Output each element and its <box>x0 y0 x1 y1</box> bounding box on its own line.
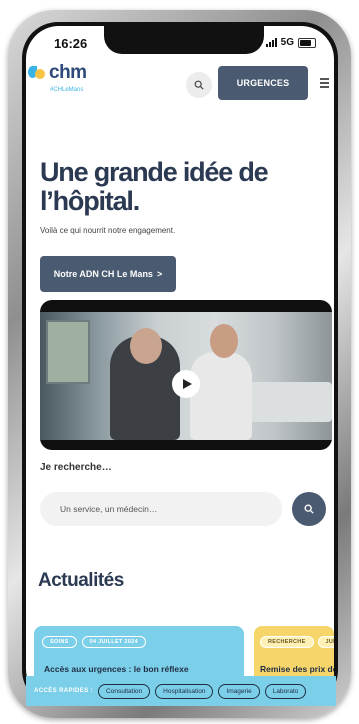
hero-title-line1: Une grande idée de <box>40 157 269 187</box>
urgences-button[interactable]: URGENCES <box>218 66 308 100</box>
status-indicators: 5G <box>265 37 316 48</box>
play-icon <box>183 379 192 389</box>
quick-access-label: ACCÈS RAPIDES : <box>34 688 94 694</box>
hero-title-line2: l’hôpital. <box>40 186 140 216</box>
adn-cta-button[interactable]: Notre ADN CH Le Mans > <box>40 256 176 292</box>
signal-icon <box>265 38 277 47</box>
hamburger-menu-icon[interactable] <box>320 78 329 90</box>
notch <box>104 26 264 54</box>
search-submit-button[interactable] <box>292 492 326 526</box>
search-icon <box>194 80 204 90</box>
status-time: 16:26 <box>54 36 88 51</box>
hero-subtitle: Voilà ce qui nourrit notre engagement. <box>40 226 176 235</box>
thumbnail-bed <box>245 382 332 422</box>
quick-access-hospitalisation[interactable]: Hospitalisation <box>155 683 214 699</box>
play-button[interactable] <box>172 370 200 398</box>
hero-title: Une grande idée de l’hôpital. <box>40 158 280 216</box>
chevron-right-icon: > <box>156 269 163 279</box>
news-card-category: SOINS <box>42 636 77 648</box>
search-input[interactable] <box>40 492 282 526</box>
thumbnail-window <box>46 320 90 384</box>
quick-access-consultation[interactable]: Consultation <box>98 683 151 699</box>
quick-access-laboratoire[interactable]: Laborato <box>264 683 307 699</box>
quick-access-imagerie[interactable]: Imagerie <box>218 683 260 699</box>
news-section-title: Actualités <box>38 570 124 591</box>
thumbnail-doctor-head <box>210 324 238 358</box>
thumbnail-patient-head <box>130 328 162 364</box>
logo-text: chm <box>49 62 87 83</box>
site-logo[interactable]: chm <box>28 62 87 84</box>
news-card-date: JUI <box>317 636 334 648</box>
battery-icon <box>298 37 316 48</box>
network-label: 5G <box>280 37 294 48</box>
news-card-headline: Accès aux urgences : le bon réflexe <box>44 664 189 674</box>
news-card-date: 04 JUILLET 2024 <box>81 636 146 648</box>
search-icon <box>304 504 314 514</box>
search-heading: Je recherche… <box>40 462 112 473</box>
video-player[interactable] <box>40 300 332 450</box>
header-search-button[interactable] <box>186 72 212 98</box>
logo-hashtag: #CHLeMans <box>50 87 84 93</box>
thumbnail-doctor <box>190 352 252 440</box>
cta-label: Notre ADN CH Le Mans <box>53 269 153 279</box>
logo-mark-icon <box>28 64 46 82</box>
quick-access-bar: ACCÈS RAPIDES : Consultation Hospitalisa… <box>26 676 336 706</box>
video-thumbnail <box>40 312 332 440</box>
news-card-headline: Remise des prix de <box>260 664 334 674</box>
news-card-category: RECHERCHE <box>260 636 314 648</box>
